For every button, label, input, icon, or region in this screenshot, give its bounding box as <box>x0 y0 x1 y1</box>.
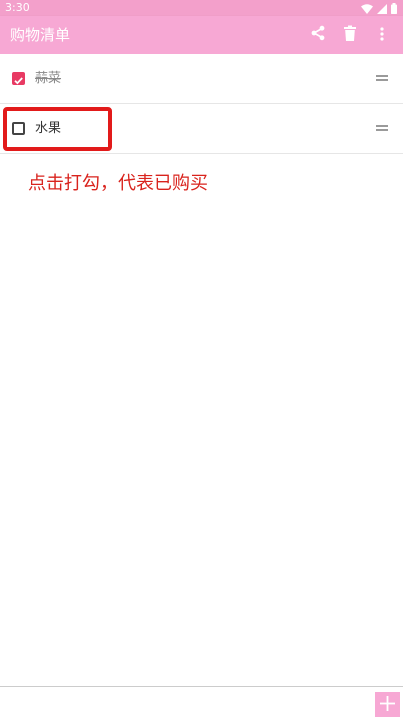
share-icon <box>310 25 326 45</box>
delete-button[interactable] <box>339 24 361 46</box>
new-item-input[interactable] <box>6 691 370 717</box>
add-item-button[interactable] <box>375 692 400 717</box>
delete-icon <box>343 25 357 45</box>
battery-icon <box>391 0 397 18</box>
status-icons <box>361 2 397 14</box>
status-time: 3:30 <box>5 1 30 14</box>
item-label: 蒜菜 <box>35 71 62 86</box>
new-item-bar <box>0 686 403 720</box>
item-checkbox-checked[interactable] <box>12 72 25 85</box>
cell-signal-icon <box>377 0 387 18</box>
drag-handle-icon[interactable] <box>376 75 388 82</box>
drag-handle-icon[interactable] <box>376 125 388 132</box>
annotation-highlight-box <box>3 107 112 151</box>
wifi-icon <box>361 0 373 18</box>
page-title: 购物清单 <box>10 26 71 44</box>
app-bar: 购物清单 <box>0 16 403 54</box>
more-options-button[interactable] <box>371 24 393 46</box>
status-bar: 3:30 <box>0 0 403 16</box>
check-icon <box>14 77 23 85</box>
annotation-hint-text: 点击打勾，代表已购买 <box>28 173 208 194</box>
plus-icon <box>380 695 395 714</box>
share-button[interactable] <box>307 24 329 46</box>
more-icon <box>380 26 384 45</box>
list-item[interactable]: 蒜菜 <box>0 54 403 104</box>
shopping-list-screen: 3:30 购物清单 蒜菜 水果 点击打勾，代表已购买 <box>0 0 403 720</box>
